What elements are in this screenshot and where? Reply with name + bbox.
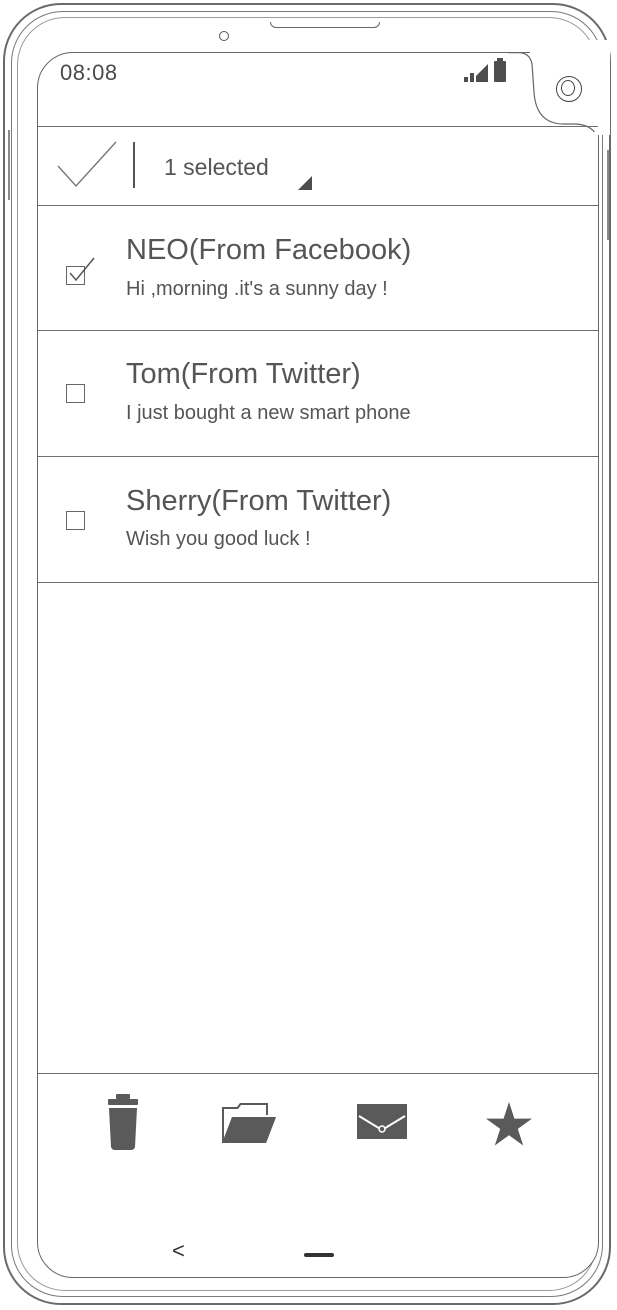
- proximity-sensor: [219, 31, 229, 41]
- divider-status: [38, 126, 598, 128]
- checkmark-icon: [69, 257, 95, 282]
- done-check-icon[interactable]: [56, 140, 118, 190]
- star-icon[interactable]: [486, 1102, 532, 1146]
- message-sender: NEO(From Facebook): [126, 234, 412, 266]
- folder-icon[interactable]: [222, 1103, 276, 1143]
- message-preview: I just bought a new smart phone: [126, 402, 411, 424]
- selected-count-dropdown[interactable]: 1 selected: [164, 154, 269, 181]
- mail-icon[interactable]: [357, 1104, 407, 1139]
- list-item[interactable]: NEO(From Facebook) Hi ,morning .it's a s…: [38, 206, 598, 331]
- action-bar-separator: [133, 142, 135, 188]
- divider-toolbar: [38, 1073, 598, 1075]
- message-sender: Sherry(From Twitter): [126, 485, 392, 517]
- dropdown-triangle-icon[interactable]: [298, 176, 312, 190]
- trash-icon[interactable]: [106, 1094, 140, 1150]
- message-preview: Hi ,morning .it's a sunny day !: [126, 278, 388, 300]
- volume-button: [8, 130, 10, 200]
- status-time: 08:08: [60, 60, 118, 85]
- signal-icon: [464, 64, 488, 82]
- list-item[interactable]: Sherry(From Twitter) Wish you good luck …: [38, 457, 598, 582]
- battery-icon: [494, 58, 506, 82]
- checkbox-unchecked[interactable]: [66, 384, 85, 403]
- back-nav-button[interactable]: <: [172, 1240, 185, 1262]
- message-preview: Wish you good luck !: [126, 528, 311, 550]
- notch-outline: [508, 52, 595, 132]
- power-button: [607, 150, 609, 240]
- home-nav-button[interactable]: [304, 1253, 334, 1257]
- front-camera-icon: [556, 76, 582, 102]
- list-item[interactable]: Tom(From Twitter) I just bought a new sm…: [38, 331, 598, 456]
- divider: [38, 582, 598, 584]
- message-sender: Tom(From Twitter): [126, 358, 361, 390]
- earpiece-speaker: [270, 22, 380, 28]
- checkbox-unchecked[interactable]: [66, 511, 85, 530]
